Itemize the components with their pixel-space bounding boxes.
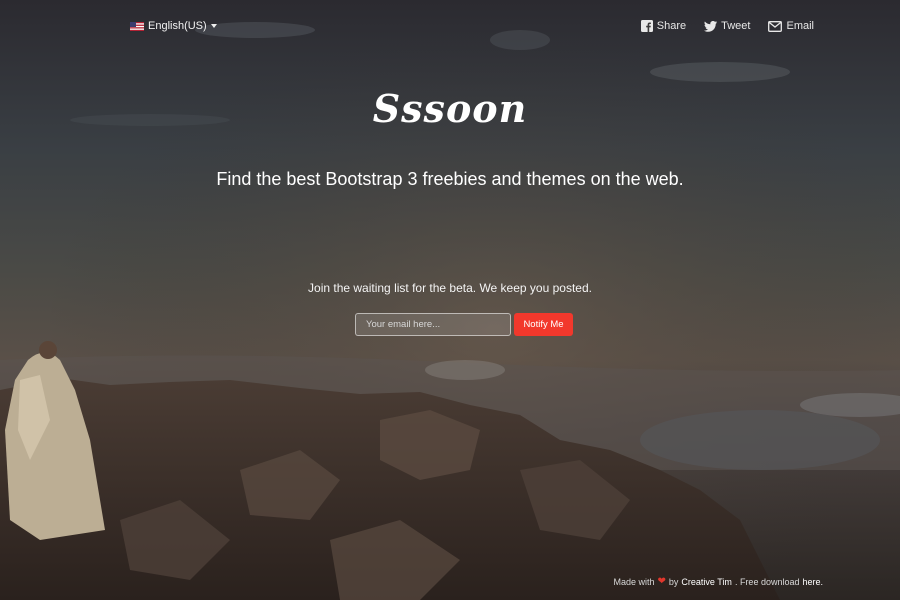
made-with-text: Made with bbox=[613, 576, 655, 587]
top-bar: English(US) Share Tweet Email bbox=[0, 0, 900, 60]
creative-tim-link[interactable]: Creative Tim bbox=[681, 577, 732, 587]
tagline: Find the best Bootstrap 3 freebies and t… bbox=[216, 169, 684, 189]
email-link[interactable]: Email bbox=[768, 20, 814, 32]
caret-down-icon bbox=[210, 24, 217, 28]
share-link[interactable]: Share bbox=[640, 20, 687, 32]
logo: Sssoon bbox=[372, 86, 528, 131]
tweet-link[interactable]: Tweet bbox=[704, 20, 750, 32]
envelope-icon bbox=[768, 20, 783, 32]
footer-credits: Made with ❤ by Creative Tim . Free downl… bbox=[613, 576, 823, 587]
social-links: Share Tweet Email bbox=[640, 20, 814, 32]
share-label: Share bbox=[656, 20, 687, 32]
facebook-icon bbox=[640, 20, 653, 32]
notify-me-button[interactable]: Notify Me bbox=[514, 313, 573, 336]
email-label: Email bbox=[786, 20, 814, 32]
email-input[interactable] bbox=[355, 313, 511, 336]
language-label: English(US) bbox=[148, 20, 207, 32]
us-flag-icon bbox=[130, 21, 144, 31]
by-text: by bbox=[668, 576, 679, 587]
language-dropdown[interactable]: English(US) bbox=[130, 20, 217, 32]
notify-form: Notify Me bbox=[355, 313, 573, 336]
tweet-label: Tweet bbox=[721, 20, 751, 32]
twitter-icon bbox=[704, 20, 718, 32]
heart-icon: ❤ bbox=[657, 576, 666, 587]
free-download-text: . Free download bbox=[734, 576, 800, 587]
waitlist-text: Join the waiting list for the beta. We k… bbox=[308, 281, 592, 295]
download-here-link[interactable]: here. bbox=[802, 577, 823, 587]
